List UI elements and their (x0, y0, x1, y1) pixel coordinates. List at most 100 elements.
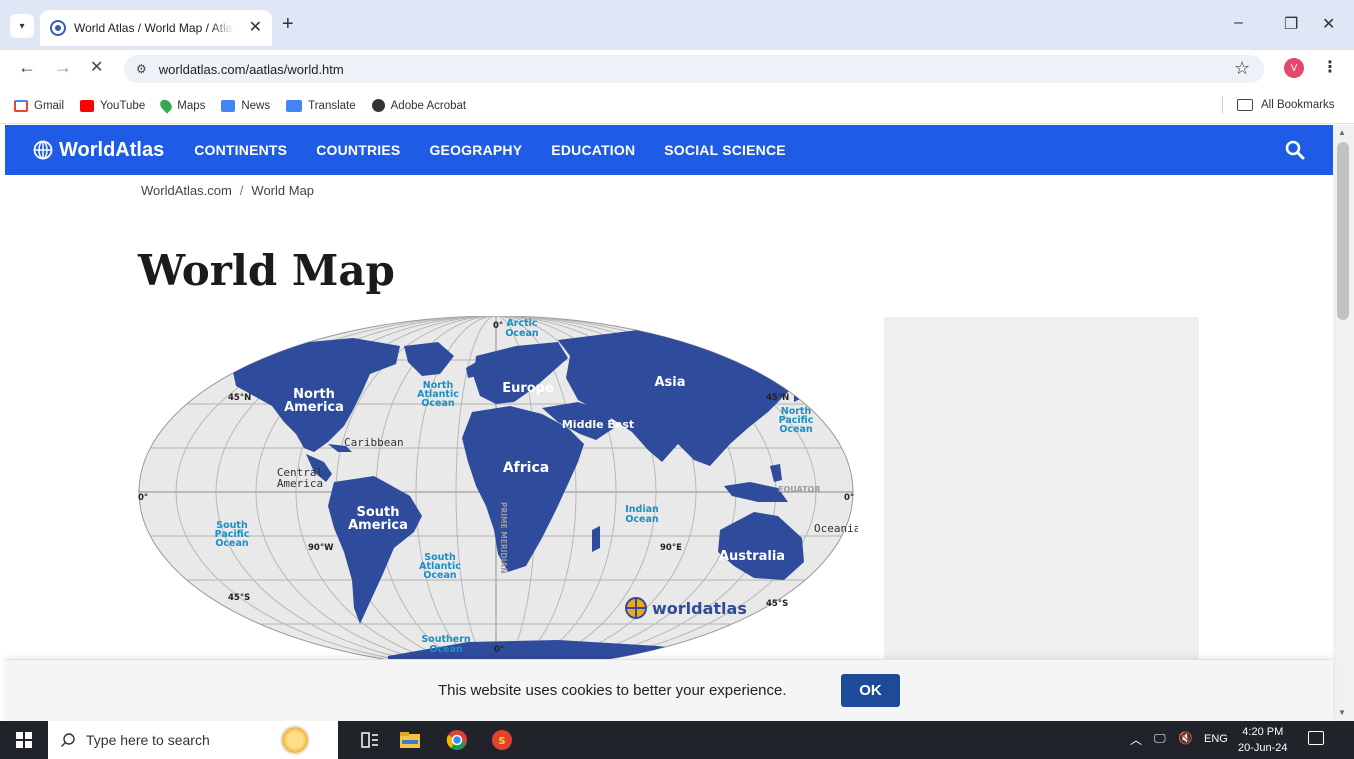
bookmark-maps[interactable]: Maps (158, 97, 205, 114)
stop-loading-button[interactable]: ✕ (90, 60, 103, 76)
bookmark-gmail[interactable]: Gmail (14, 99, 64, 112)
breadcrumb: WorldAtlas.com / World Map (141, 183, 314, 198)
nav-continents[interactable]: CONTINENTS (194, 142, 287, 158)
world-map-image: North America South America Europe Asia Af… (138, 316, 858, 659)
bookmark-label: News (241, 99, 271, 112)
svg-text:ArcticOcean: Arctic Ocean (505, 318, 539, 339)
url-text[interactable]: worldatlas.com/aatlas/world.htm (159, 62, 344, 77)
show-hidden-icons-chevron-icon[interactable]: ︿ (1130, 731, 1142, 748)
clock-date: 20-Jun-24 (1238, 742, 1288, 754)
search-icon[interactable] (1285, 140, 1305, 160)
nav-countries[interactable]: COUNTRIES (316, 142, 400, 158)
bookmark-star-icon[interactable]: ☆ (1234, 58, 1250, 79)
globe-icon (371, 99, 385, 112)
network-icon[interactable]: 🖵 (1154, 731, 1166, 746)
bookmark-label: YouTube (100, 99, 146, 112)
windows-start-icon[interactable] (16, 732, 32, 748)
cookie-ok-button[interactable]: OK (841, 674, 900, 707)
svg-text:IndianOcean: Indian Ocean (625, 504, 659, 525)
weather-sun-icon (280, 725, 310, 755)
window-restore-button[interactable]: ❐ (1284, 14, 1298, 34)
cookie-message: This website uses cookies to better your… (438, 682, 787, 699)
svg-text:worldatlas: worldatlas (652, 599, 747, 618)
tab-search-menu-button[interactable]: ▾ (10, 14, 34, 38)
page-title: World Map (138, 246, 395, 295)
active-tab[interactable]: World Atlas / World Map / Atlas ✕ (40, 10, 272, 46)
svg-text:45°N: 45°N (228, 393, 251, 403)
svg-text:0°: 0° (138, 493, 148, 503)
globe-icon (33, 140, 53, 160)
browser-tab-bar: ▾ World Atlas / World Map / Atlas ✕ + – … (0, 0, 1354, 50)
file-explorer-icon[interactable] (398, 729, 422, 751)
svg-text:Caribbean: Caribbean (344, 436, 404, 449)
back-button[interactable]: ← (18, 58, 36, 76)
browser-toolbar: ← → ✕ ⚙ worldatlas.com/aatlas/world.htm … (0, 50, 1354, 88)
language-indicator[interactable]: ENG (1204, 733, 1228, 745)
svg-text:0°: 0° (844, 493, 854, 503)
all-bookmarks-label: All Bookmarks (1261, 99, 1335, 111)
svg-text:Europe: Europe (502, 381, 554, 396)
notifications-icon[interactable] (1308, 731, 1324, 745)
svg-text:SouthAmerica: South America (348, 505, 408, 533)
scroll-up-arrow-icon[interactable]: ▲ (1338, 128, 1346, 137)
site-info-icon[interactable]: ⚙ (136, 62, 147, 76)
nav-social-science[interactable]: SOCIAL SCIENCE (664, 142, 786, 158)
bookmark-youtube[interactable]: YouTube (80, 99, 146, 112)
chrome-icon[interactable] (445, 729, 469, 751)
svg-text:SouthAtlanticOcean: South Atlantic Ocean (419, 552, 461, 581)
svg-text:S: S (498, 736, 505, 747)
youtube-icon (80, 99, 95, 112)
new-zealand-shape (826, 566, 836, 594)
worldatlas-watermark: worldatlas (625, 597, 747, 619)
worldatlas-favicon-icon (50, 20, 66, 36)
breadcrumb-separator: / (239, 183, 244, 198)
bookmark-news[interactable]: News (221, 99, 271, 112)
volume-muted-icon[interactable]: 🔇 (1178, 731, 1193, 745)
forward-button[interactable]: → (54, 58, 72, 76)
news-icon (221, 99, 236, 112)
nav-geography[interactable]: GEOGRAPHY (429, 142, 522, 158)
profile-avatar[interactable]: V (1284, 58, 1304, 78)
all-bookmarks-button[interactable]: All Bookmarks (1222, 96, 1335, 114)
new-tab-button[interactable]: + (282, 14, 294, 34)
advertisement-placeholder (884, 317, 1199, 659)
bookmarks-bar: Gmail YouTube Maps News Translate Adobe … (0, 88, 1354, 124)
address-bar[interactable]: ⚙ worldatlas.com/aatlas/world.htm (124, 55, 1264, 83)
site-navbar: WorldAtlas CONTINENTS COUNTRIES GEOGRAPH… (5, 125, 1333, 175)
search-icon (61, 733, 75, 747)
svg-text:Africa: Africa (503, 460, 549, 476)
window-close-button[interactable]: ✕ (1322, 14, 1335, 34)
brand-name: WorldAtlas (59, 138, 165, 161)
window-minimize-button[interactable]: – (1234, 14, 1243, 32)
nav-education[interactable]: EDUCATION (551, 142, 635, 158)
bookmark-adobe-acrobat[interactable]: Adobe Acrobat (371, 99, 466, 112)
taskbar-search-box[interactable]: Type here to search (48, 721, 338, 759)
windows-taskbar: Type here to search S ︿ 🖵 🔇 ENG 4:20 PM … (0, 721, 1354, 759)
site-logo[interactable]: WorldAtlas (33, 139, 164, 162)
translate-icon (286, 99, 303, 112)
equator-label: EQUATOR (778, 485, 821, 494)
svg-text:Asia: Asia (654, 375, 685, 390)
svg-text:45°S: 45°S (228, 593, 250, 603)
svg-text:0°: 0° (494, 645, 504, 655)
folder-icon (1237, 99, 1253, 111)
breadcrumb-current: World Map (251, 183, 315, 198)
taskbar-clock[interactable]: 4:20 PM 20-Jun-24 (1238, 724, 1288, 756)
tab-close-icon[interactable]: ✕ (249, 20, 262, 36)
svg-text:Oceania: Oceania (814, 522, 858, 535)
svg-text:NorthAtlanticOcean: North Atlantic Ocean (417, 380, 459, 409)
breadcrumb-home-link[interactable]: WorldAtlas.com (141, 183, 232, 198)
sticky-app-icon[interactable]: S (490, 729, 514, 751)
task-view-icon[interactable] (358, 729, 382, 751)
browser-menu-icon[interactable]: ⋮ (1322, 57, 1338, 77)
svg-text:45°N: 45°N (766, 393, 789, 403)
madagascar-shape (592, 526, 600, 552)
svg-text:90°W: 90°W (308, 543, 334, 553)
svg-text:NorthPacificOcean: North Pacific Ocean (779, 406, 814, 435)
scroll-down-arrow-icon[interactable]: ▼ (1338, 708, 1346, 717)
svg-text:0°: 0° (493, 321, 503, 331)
scrollbar-thumb[interactable] (1337, 142, 1349, 320)
svg-text:45°S: 45°S (766, 599, 788, 609)
clock-time: 4:20 PM (1242, 726, 1284, 738)
bookmark-translate[interactable]: Translate (286, 99, 356, 112)
